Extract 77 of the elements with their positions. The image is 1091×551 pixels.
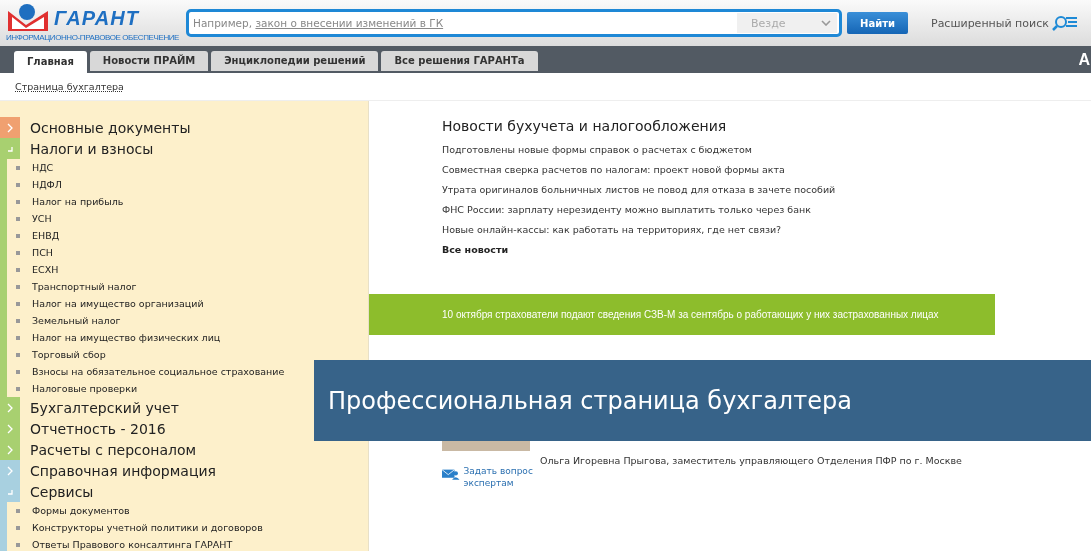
news-heading: Новости бухучета и налогообложения: [442, 118, 728, 134]
bullet-icon: [16, 216, 20, 221]
sidebar-item[interactable]: УСН: [32, 213, 52, 224]
bullet-icon: [16, 267, 20, 272]
sidebar-item[interactable]: Налоговые проверки: [32, 383, 138, 394]
sidebar-item[interactable]: Налог на имущество организаций: [32, 298, 204, 309]
news-link[interactable]: ФНС России: зарплату нерезиденту можно выплатить только через банк: [442, 200, 1091, 220]
search-placeholder: Например, закон о внесении изменений в ГК: [192, 17, 444, 29]
bullet-icon: [16, 250, 20, 255]
sidebar-item[interactable]: Конструкторы учетной политики и договоров: [32, 522, 263, 533]
author-caption: Ольга Игоревна Прыгова, заместитель управляющего Отделения ПФР по г. Москве: [540, 455, 962, 466]
all-news-link[interactable]: Все новости: [442, 240, 1091, 260]
news-link[interactable]: Утрата оригиналов больничных листов не повод для отказа в зачете пособий: [442, 180, 1091, 200]
advanced-search-link[interactable]: Расширенный поиск: [931, 16, 1049, 30]
bullet-icon: [16, 165, 20, 170]
nav-tab[interactable]: Все решения ГАРАНТа: [381, 51, 538, 71]
sidebar-section[interactable]: Налоги и взносы: [30, 140, 154, 157]
section-marker[interactable]: [0, 460, 20, 481]
bullet-icon: [16, 352, 20, 357]
logo-wordmark: ГАРАНТ: [54, 7, 139, 29]
bullet-icon: [16, 284, 20, 289]
chevron-right-icon: [6, 444, 14, 455]
sidebar-section[interactable]: Основные документы: [30, 119, 191, 136]
bullet-icon: [16, 233, 20, 238]
sidebar-item[interactable]: ЕСХН: [32, 264, 59, 275]
news-link[interactable]: Новые онлайн-кассы: как работать на территориях, где нет связи?: [442, 220, 1091, 240]
tabbar-letter: А: [1078, 50, 1091, 69]
sidebar-item[interactable]: Взносы на обязательное социальное страхование: [32, 366, 285, 377]
search-button[interactable]: Найти: [847, 12, 908, 34]
sidebar-item[interactable]: НДС: [32, 162, 54, 173]
search-field[interactable]: Например, закон о внесении изменений в ГК Везде: [186, 9, 842, 37]
bullet-icon: [16, 508, 20, 513]
sidebar-section[interactable]: Сервисы: [30, 483, 94, 500]
sidebar-item[interactable]: Ответы Правового консалтинга ГАРАНТ: [32, 539, 233, 550]
bullet-icon: [16, 542, 20, 547]
sidebar-item[interactable]: Торговый сбор: [32, 349, 106, 360]
sidebar-item[interactable]: ПСН: [32, 247, 53, 258]
section-marker[interactable]: [0, 117, 20, 138]
bullet-icon: [16, 386, 20, 391]
section-marker[interactable]: [0, 481, 20, 502]
bullet-icon: [16, 318, 20, 323]
chevron-right-icon: [6, 402, 14, 413]
news-link[interactable]: Совместная сверка расчетов по налогам: проект новой формы акта: [442, 160, 1091, 180]
sidebar-item[interactable]: НДФЛ: [32, 179, 62, 190]
bullet-icon: [16, 199, 20, 204]
bullet-icon: [16, 369, 20, 374]
nav-tab[interactable]: Главная: [14, 51, 87, 73]
chevron-right-icon: [6, 465, 14, 476]
sidebar-item[interactable]: Формы документов: [32, 505, 130, 516]
sidebar-item[interactable]: ЕНВД: [32, 230, 60, 241]
sidebar-section[interactable]: Справочная информация: [30, 462, 216, 479]
chevron-right-icon: [6, 122, 14, 133]
sidebar-item[interactable]: Земельный налог: [32, 315, 121, 326]
sidebar-section[interactable]: Расчеты с персоналом: [30, 441, 197, 458]
logo-emblem-icon: [6, 3, 50, 33]
nav-tab[interactable]: Энциклопедии решений: [211, 51, 379, 71]
bullet-icon: [16, 182, 20, 187]
bullet-icon: [16, 335, 20, 340]
logo-tagline: ИНФОРМАЦИОННО-ПРАВОВОЕ ОБЕСПЕЧЕНИЕ: [6, 33, 180, 43]
sidebar-item[interactable]: Транспортный налог: [32, 281, 137, 292]
search-icon[interactable]: [1051, 15, 1078, 31]
sidebar-section[interactable]: Отчетность - 2016: [30, 420, 166, 437]
sidebar-item[interactable]: Налог на имущество физических лиц: [32, 332, 221, 343]
breadcrumb-link[interactable]: Страница бухгалтера: [15, 81, 124, 92]
section-marker[interactable]: [0, 397, 20, 418]
chevron-right-icon: [6, 423, 14, 434]
sidebar-section[interactable]: Бухгалтерский учет: [30, 399, 179, 416]
ask-experts-link[interactable]: Задать вопрос экспертам: [463, 465, 540, 489]
section-marker[interactable]: [0, 138, 20, 159]
title-banner: Профессиональная страница бухгалтера: [314, 360, 1091, 441]
bullet-icon: [16, 525, 20, 530]
sidebar-item[interactable]: Налог на прибыль: [32, 196, 124, 207]
chevron-down-icon: [821, 20, 831, 26]
section-marker[interactable]: [0, 439, 20, 460]
bullet-icon: [16, 301, 20, 306]
nav-tab[interactable]: Новости ПРАЙМ: [89, 51, 209, 71]
news-link[interactable]: Подготовлены новые формы справок о расчетах с бюджетом: [442, 140, 1091, 160]
